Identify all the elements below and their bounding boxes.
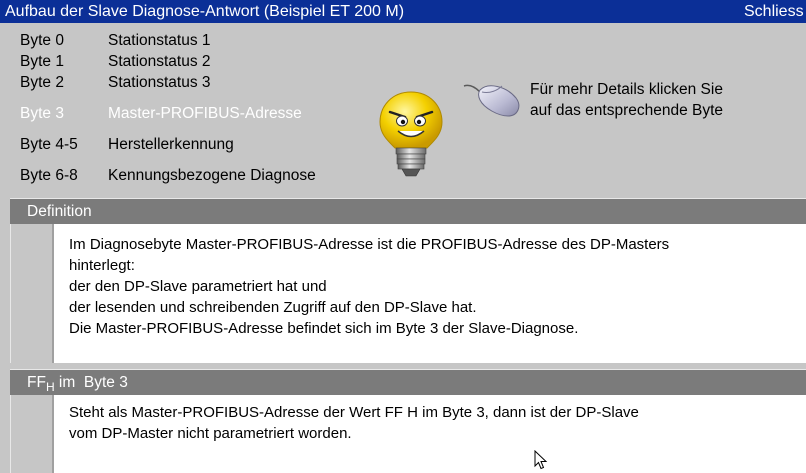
ffh-header: FFH im Byte 3	[10, 369, 806, 395]
hint-line-1: Für mehr Details klicken Sie	[530, 81, 723, 98]
window-title: Aufbau der Slave Diagnose-Antwort (Beisp…	[5, 3, 405, 20]
byte-label: Byte 4-5	[20, 136, 78, 153]
hint-text: Für mehr Details klicken Sie auf das ent…	[530, 79, 723, 121]
definition-line-1: Im Diagnosebyte Master-PROFIBUS-Adresse …	[69, 236, 670, 253]
byte-description: Stationstatus 2	[108, 53, 211, 70]
hint-line-2: auf das entsprechende Byte	[530, 102, 724, 119]
definition-line-4: der lesenden und schreibenden Zugriff au…	[69, 299, 477, 316]
ffh-side-strip	[10, 395, 51, 473]
ffh-heading-rest: im Byte 3	[54, 374, 128, 391]
ffh-heading: FFH im Byte 3	[27, 370, 128, 395]
byte-label: Byte 2	[20, 74, 64, 91]
ffh-line-1: Steht als Master-PROFIBUS-Adresse der We…	[69, 404, 639, 421]
ffh-heading-main: FF	[27, 374, 46, 391]
byte-label: Byte 6-8	[20, 167, 78, 184]
definition-side-strip	[10, 224, 51, 363]
close-button[interactable]: Schliess	[744, 0, 804, 23]
definition-line-5: Die Master-PROFIBUS-Adresse befindet sic…	[69, 320, 579, 337]
byte-label: Byte 0	[20, 32, 64, 49]
byte-description: Herstellerkennung	[108, 136, 234, 153]
byte-description: Kennungsbezogene Diagnose	[108, 167, 316, 184]
definition-heading: Definition	[27, 203, 92, 220]
byte-description: Master-PROFIBUS-Adresse	[108, 105, 302, 122]
ffh-heading-sub: H	[45, 380, 55, 395]
byte-label: Byte 1	[20, 53, 64, 70]
lightbulb-face-icon	[379, 91, 443, 177]
byte-label: Byte 3	[20, 105, 64, 122]
byte-description: Stationstatus 1	[108, 32, 211, 49]
mouse-icon	[463, 84, 520, 117]
title-bar: Aufbau der Slave Diagnose-Antwort (Beisp…	[0, 0, 806, 23]
definition-line-2: hinterlegt:	[69, 257, 135, 274]
mouse-pointer-icon	[534, 450, 548, 470]
definition-header: Definition	[10, 198, 806, 224]
ffh-line-2: vom DP-Master nicht parametriert worden.	[69, 425, 352, 442]
definition-line-3: der den DP-Slave parametriert hat und	[69, 278, 327, 295]
byte-description: Stationstatus 3	[108, 74, 211, 91]
